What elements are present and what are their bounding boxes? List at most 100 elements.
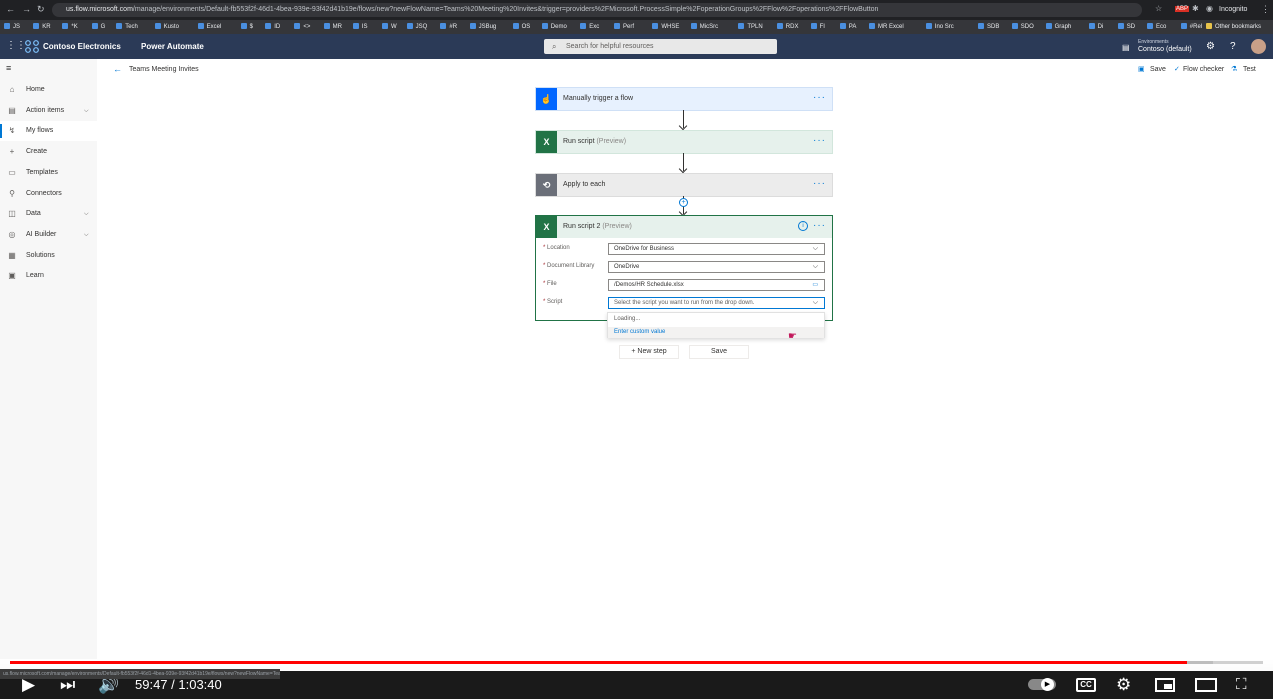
menu-icon[interactable]: ⋮ (1261, 4, 1270, 15)
search-input[interactable]: ⌕ Search for helpful resources (544, 39, 777, 54)
bookmark-item[interactable]: Di (1088, 22, 1103, 32)
document-library-dropdown[interactable]: OneDrive ⌵ (608, 261, 825, 273)
avatar[interactable] (1251, 39, 1266, 54)
connector-arrow (683, 153, 684, 171)
fullscreen-icon[interactable]: ⛶ (1236, 675, 1247, 695)
bookmark-item[interactable]: KR (33, 22, 51, 32)
sidebar-item-templates[interactable]: ▭ Templates (0, 163, 97, 183)
bookmark-item[interactable]: RDX (776, 22, 798, 32)
save-flow-button[interactable]: Save (689, 345, 749, 359)
reload-icon[interactable]: ↻ (37, 4, 45, 15)
settings-gear-icon[interactable]: ⚙ (1206, 41, 1215, 52)
script-dropdown[interactable]: Select the script you want to run from t… (608, 297, 825, 309)
bookmark-item[interactable]: Eco (1147, 22, 1166, 32)
bookmark-item[interactable]: MicSrc (690, 22, 718, 32)
new-step-button[interactable]: + New step (619, 345, 679, 359)
bookmark-item[interactable]: SDB (978, 22, 999, 32)
bookmark-item[interactable]: MR (323, 22, 342, 32)
info-icon[interactable]: i (798, 221, 808, 231)
chevron-down-icon[interactable]: ⌵ (84, 225, 89, 245)
flow-checker-command[interactable]: Flow checker (1183, 66, 1224, 73)
bookmark-item[interactable]: PA (839, 22, 856, 32)
bookmark-item[interactable]: ID (265, 22, 280, 32)
save-command[interactable]: Save (1150, 66, 1166, 73)
bookmark-icon (1117, 23, 1124, 29)
more-options-icon[interactable]: ··· (813, 216, 826, 236)
profile-label[interactable]: Incognito (1219, 6, 1247, 13)
run-script-2-title[interactable]: Run script 2 (Preview) (563, 216, 632, 238)
solutions-icon: ▦ (8, 250, 16, 260)
bookmark-item[interactable]: MR Excel (869, 22, 904, 32)
sidebar-item-ai-builder[interactable]: ◎ AI Builder ⌵ (0, 225, 97, 245)
app-name[interactable]: Power Automate (141, 42, 204, 51)
bookmark-item[interactable]: <> (294, 22, 310, 32)
sidebar-item-data[interactable]: ◫ Data ⌵ (0, 204, 97, 224)
help-icon[interactable]: ? (1230, 41, 1236, 52)
bookmark-item[interactable]: Perf (614, 22, 634, 32)
bookmark-item[interactable]: $ (240, 22, 253, 32)
puzzle-icon[interactable]: ✱ (1192, 4, 1199, 13)
sidebar-item-create[interactable]: + Create (0, 142, 97, 162)
chevron-down-icon[interactable]: ⌵ (84, 204, 89, 224)
location-dropdown[interactable]: OneDrive for Business ⌵ (608, 243, 825, 255)
bookmark-item[interactable]: Graph (1045, 22, 1071, 32)
bookmark-icon (1088, 23, 1095, 29)
more-options-icon[interactable]: ··· (813, 131, 826, 151)
file-input[interactable]: /Demos/HR Schedule.xlsx ▭ (608, 279, 825, 291)
trigger-card[interactable]: ☝ Manually trigger a flow ··· (535, 87, 833, 111)
other-bookmarks[interactable]: Other bookmarks (1206, 22, 1261, 32)
bookmark-item[interactable]: SDO (1011, 22, 1034, 32)
hamburger-icon[interactable]: ≡ (6, 63, 11, 73)
bookmark-item[interactable]: Ino Src (925, 22, 954, 32)
extension-icon[interactable]: ABP (1175, 6, 1190, 12)
bookmark-item[interactable]: W (382, 22, 397, 32)
back-icon[interactable]: ← (6, 4, 15, 14)
bookmark-item[interactable]: IS (352, 22, 367, 32)
sidebar-item-solutions[interactable]: ▦ Solutions (0, 246, 97, 266)
chevron-down-icon[interactable]: ⌵ (84, 101, 89, 121)
bookmark-item[interactable]: #Rel (1180, 22, 1202, 32)
more-options-icon[interactable]: ··· (813, 88, 826, 108)
waffle-icon[interactable]: ⋮⋮ (6, 40, 26, 51)
sidebar-item-connectors[interactable]: ⚲ Connectors (0, 184, 97, 204)
run-script-card[interactable]: X Run script (Preview) ··· (535, 130, 833, 154)
theater-mode-icon[interactable] (1195, 678, 1217, 692)
back-arrow-icon[interactable]: ← (113, 64, 122, 74)
address-bar[interactable]: us.flow.microsoft.com/manage/environment… (52, 3, 1142, 17)
captions-icon[interactable]: CC (1076, 678, 1096, 692)
autoplay-toggle[interactable]: ▶ (1028, 678, 1056, 691)
sidebar-item-learn[interactable]: ▣ Learn (0, 266, 97, 286)
sidebar-item-my-flows[interactable]: ↯ My flows (0, 121, 97, 142)
bookmark-item[interactable]: Kusto (154, 22, 179, 32)
bookmark-item[interactable]: Exc (580, 22, 599, 32)
bookmark-item[interactable]: Demo (541, 22, 567, 32)
bookmark-item[interactable]: JSBug (469, 22, 496, 32)
insert-step-icon[interactable]: + (679, 198, 688, 207)
bookmark-item[interactable]: Tech (116, 22, 138, 32)
test-command[interactable]: Test (1243, 66, 1256, 73)
forward-icon[interactable]: → (22, 4, 31, 14)
sidebar-item-action-items[interactable]: ▤ Action items ⌵ (0, 101, 97, 121)
bookmark-item[interactable]: JSQ (406, 22, 427, 32)
sidebar-item-home[interactable]: ⌂ Home (0, 80, 97, 100)
miniplayer-icon[interactable] (1155, 678, 1175, 692)
location-label: * Location (543, 245, 570, 251)
bookmark-item[interactable]: OS (512, 22, 530, 32)
apply-to-each-card[interactable]: ⟲ Apply to each ··· (535, 173, 833, 197)
star-icon[interactable]: ☆ (1155, 4, 1162, 13)
bookmark-item[interactable]: JS (4, 22, 20, 32)
bookmark-item[interactable]: WHSE (652, 22, 679, 32)
environment-value[interactable]: Contoso (default) (1138, 46, 1192, 53)
connector-arrow (683, 110, 684, 128)
bookmark-item[interactable]: #R (440, 22, 457, 32)
bookmark-item[interactable]: G (91, 22, 105, 32)
bookmark-item[interactable]: FI (810, 22, 825, 32)
bookmark-item[interactable]: SD (1117, 22, 1135, 32)
bookmark-item[interactable]: Excel (197, 22, 221, 32)
folder-icon[interactable]: ▭ (812, 280, 818, 290)
org-name[interactable]: Contoso Electronics (43, 42, 121, 51)
bookmark-item[interactable]: *K (62, 22, 78, 32)
more-options-icon[interactable]: ··· (813, 174, 826, 194)
bookmark-item[interactable]: TPLN (738, 22, 763, 32)
settings-icon[interactable]: ⚙ (1116, 675, 1131, 695)
